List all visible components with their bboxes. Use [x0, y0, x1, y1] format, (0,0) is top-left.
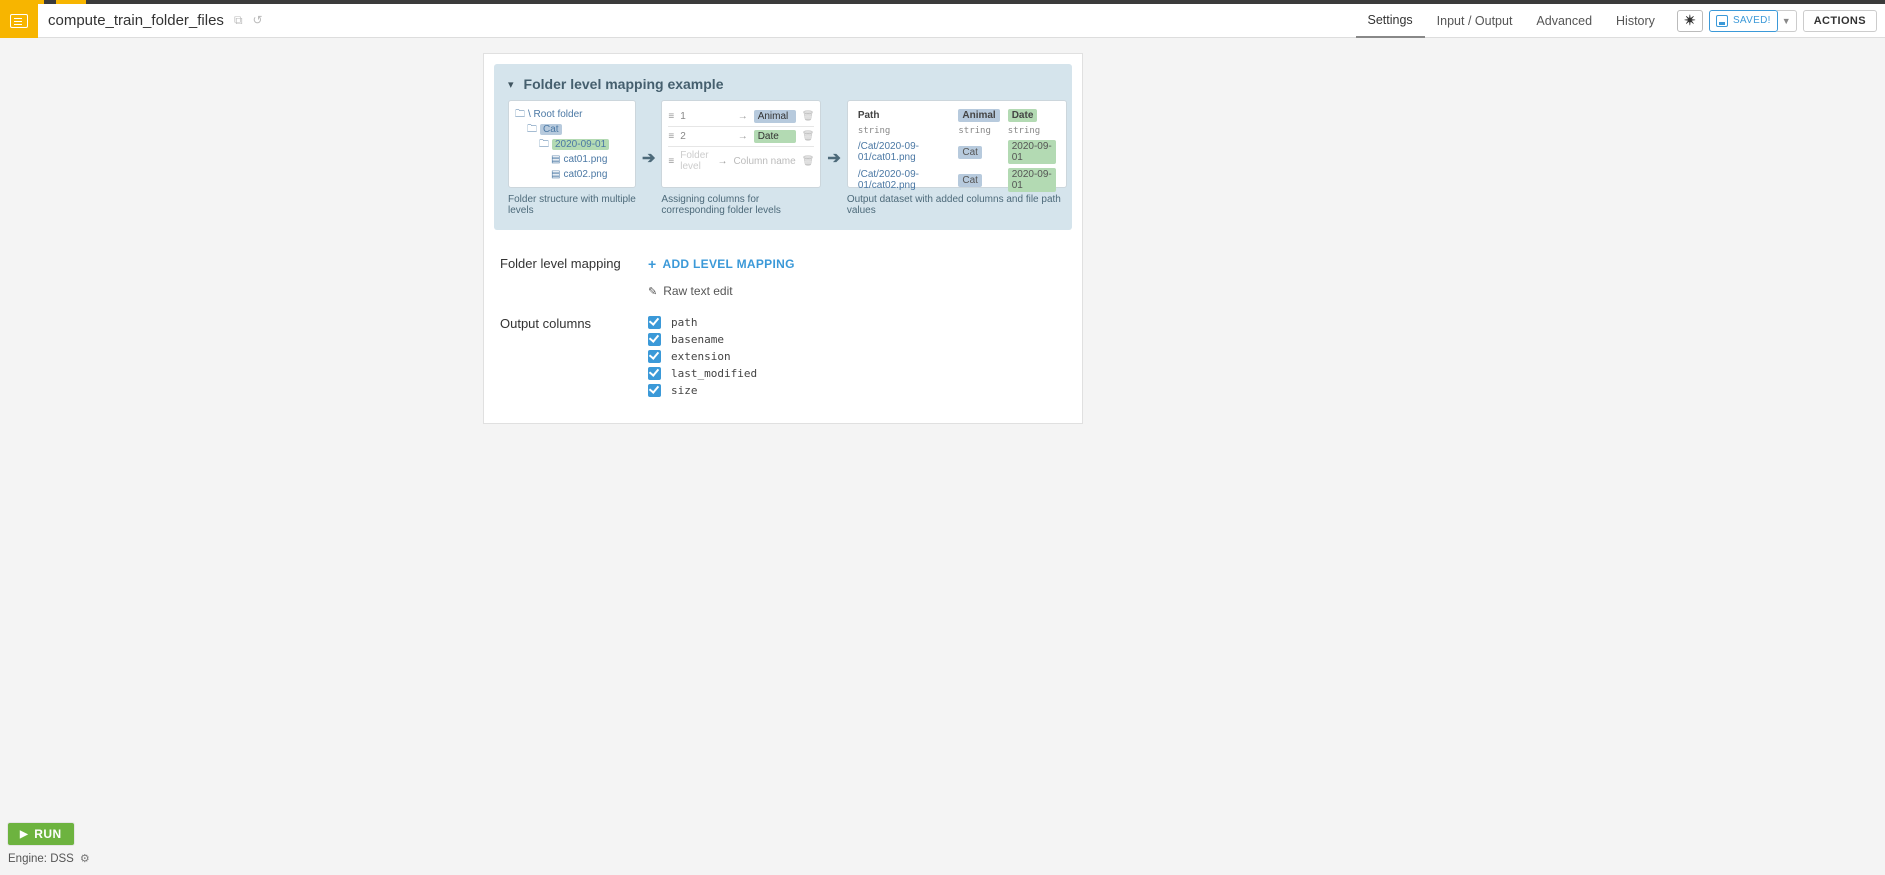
tree-file: cat02.png [563, 169, 607, 180]
caption: Folder structure with multiple levels [508, 194, 636, 216]
header-bar: compute_train_folder_files ⧉ ↺ Settings … [0, 4, 1885, 38]
file-icon: ▤ [551, 169, 560, 180]
recipe-type-icon[interactable] [0, 4, 38, 38]
column-name: Animal [754, 110, 796, 123]
col-header: Animal [958, 109, 999, 122]
caption: Output dataset with added columns and fi… [847, 194, 1067, 216]
tree-root: \ Root folder [528, 109, 582, 120]
delete-icon: 🗑 [802, 111, 815, 122]
chevron-down-icon[interactable]: ▾ [508, 78, 514, 91]
save-dropdown[interactable]: ▼ [1777, 10, 1797, 32]
settings-card: ▾ Folder level mapping example 🗀\ Root f… [483, 53, 1083, 424]
col-header: Path [854, 107, 955, 124]
col-header: Date [1008, 109, 1038, 122]
arrow-icon: → [738, 131, 748, 142]
saved-button[interactable]: SAVED! [1709, 10, 1778, 32]
arrow-icon: → [738, 111, 748, 122]
page-title: compute_train_folder_files [48, 12, 224, 29]
tab-advanced[interactable]: Advanced [1524, 4, 1604, 38]
level-placeholder: Folder level [680, 150, 711, 172]
tab-history[interactable]: History [1604, 4, 1667, 38]
col-type: string [954, 124, 1003, 138]
arrow-right-icon: ➔ [642, 148, 655, 168]
column-size-label: size [671, 384, 698, 397]
cell-animal: Cat [958, 146, 982, 159]
engine-label: Engine: DSS [8, 853, 74, 865]
play-icon: ▶ [20, 829, 28, 840]
output-columns-label: Output columns [500, 316, 648, 331]
save-icon [1716, 15, 1728, 27]
arrow-icon: → [717, 156, 727, 167]
tree-file: cat01.png [563, 154, 607, 165]
arrow-right-icon: ➔ [827, 148, 840, 168]
folder-icon: 🗀 [515, 109, 525, 120]
run-label: RUN [34, 827, 62, 841]
column-path-label: path [671, 316, 698, 329]
level-field: 1 [680, 111, 731, 122]
cell-path: /Cat/2020-09-01/cat02.png [854, 166, 955, 194]
file-icon: ▤ [551, 154, 560, 165]
run-button[interactable]: ▶ RUN [8, 823, 74, 845]
history-icon[interactable]: ↺ [253, 13, 263, 28]
col-type: string [1004, 124, 1060, 138]
checkbox-extension[interactable] [648, 350, 661, 363]
add-level-mapping-button[interactable]: + ADD LEVEL MAPPING [648, 256, 795, 272]
engine-line[interactable]: Engine: DSS ⚙ [8, 852, 90, 865]
folder-level-mapping-label: Folder level mapping [500, 256, 648, 271]
cell-date: 2020-09-01 [1008, 168, 1056, 192]
folder-icon [10, 14, 28, 28]
folder-icon: 🗀 [527, 124, 537, 135]
tree-cat: Cat [540, 124, 562, 135]
column-last-modified-label: last_modified [671, 367, 757, 380]
delete-icon: 🗑 [802, 131, 815, 142]
example-panel: ▾ Folder level mapping example 🗀\ Root f… [494, 64, 1072, 230]
col-type: string [854, 124, 955, 138]
column-placeholder: Column name [733, 156, 795, 167]
gear-icon[interactable]: ⚙ [80, 852, 90, 865]
raw-text-edit-label: Raw text edit [663, 284, 732, 298]
cell-date: 2020-09-01 [1008, 140, 1056, 164]
copy-icon[interactable]: ⧉ [234, 13, 243, 28]
cell-animal: Cat [958, 174, 982, 187]
plus-icon: + [648, 256, 656, 272]
drag-icon: ≡ [668, 156, 674, 167]
cell-path: /Cat/2020-09-01/cat01.png [854, 138, 955, 166]
example-output-box: Path Animal Date string string string /C… [847, 100, 1067, 188]
column-basename-label: basename [671, 333, 724, 346]
raw-text-edit-toggle[interactable]: ✎ Raw text edit [648, 284, 795, 298]
checkbox-size[interactable] [648, 384, 661, 397]
tab-settings[interactable]: Settings [1356, 4, 1425, 38]
actions-button[interactable]: ACTIONS [1803, 10, 1877, 32]
checkbox-path[interactable] [648, 316, 661, 329]
checkbox-basename[interactable] [648, 333, 661, 346]
add-level-mapping-label: ADD LEVEL MAPPING [662, 257, 794, 271]
folder-icon: 🗀 [539, 139, 549, 150]
checkbox-last-modified[interactable] [648, 367, 661, 380]
saved-label: SAVED! [1733, 15, 1771, 26]
level-field: 2 [680, 131, 731, 142]
example-tree-box: 🗀\ Root folder 🗀Cat 🗀2020-09-01 ▤cat01.p… [508, 100, 636, 188]
tab-input-output[interactable]: Input / Output [1425, 4, 1525, 38]
edit-icon: ✎ [648, 285, 657, 298]
delete-icon: 🗑 [802, 156, 815, 167]
column-extension-label: extension [671, 350, 731, 363]
example-mapping-box: ≡ 1 → Animal 🗑 ≡ 2 → Date 🗑 ≡ [661, 100, 821, 188]
drag-icon: ≡ [668, 111, 674, 122]
column-name: Date [754, 130, 796, 143]
discussion-button[interactable]: ✴ [1677, 10, 1703, 32]
tree-date: 2020-09-01 [552, 139, 609, 150]
example-title: Folder level mapping example [524, 76, 724, 92]
drag-icon: ≡ [668, 131, 674, 142]
caption: Assigning columns for corresponding fold… [661, 194, 821, 216]
